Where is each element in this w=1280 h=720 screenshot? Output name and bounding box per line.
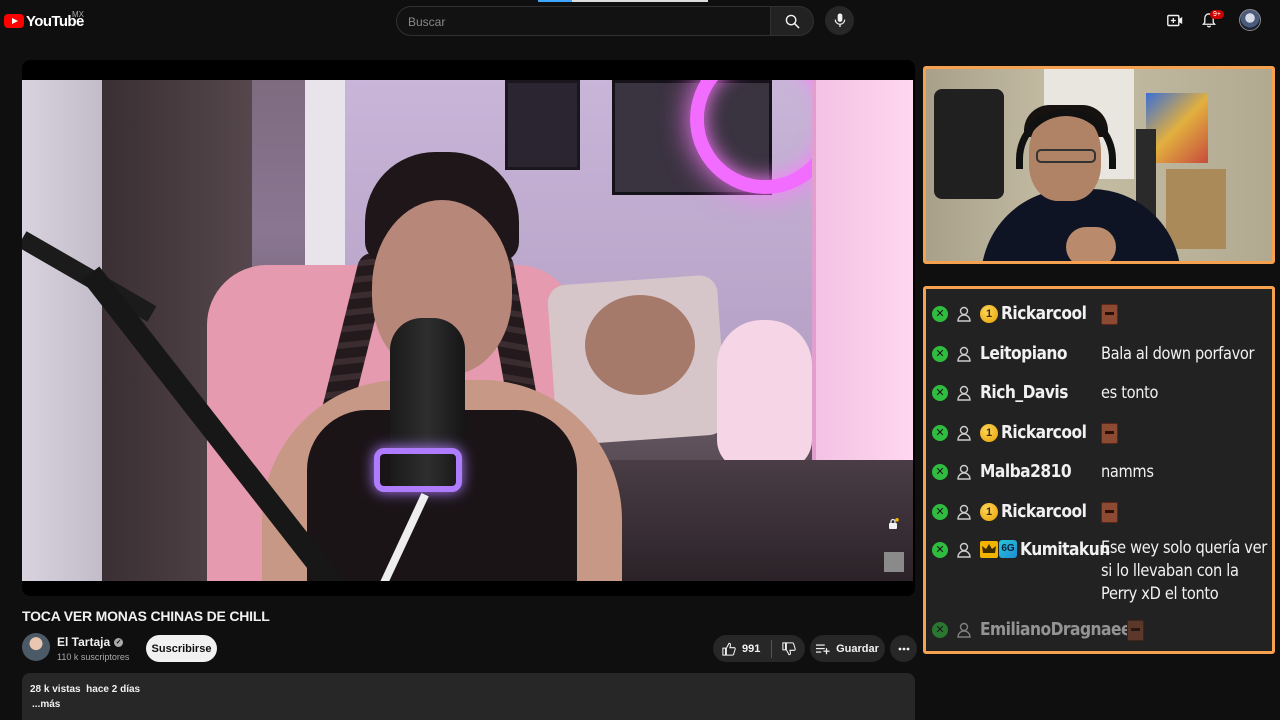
microphone-icon (834, 13, 845, 28)
search-button[interactable] (770, 6, 814, 36)
chat-username[interactable]: Malba2810 (980, 461, 1072, 482)
moderator-badge-icon: ✕ (932, 504, 948, 520)
description-box[interactable]: 28 k vistas hace 2 días ...más (22, 673, 915, 720)
chat-username[interactable]: EmilianoDragnaeel (980, 619, 1136, 640)
channel-avatar[interactable] (22, 633, 50, 661)
moderator-badge-icon: ✕ (932, 464, 948, 480)
coin-badge-icon: 1 (980, 424, 998, 442)
description-meta: 28 k vistas hace 2 días (30, 684, 140, 695)
user-icon (957, 542, 971, 558)
chat-text-line: Ese wey solo quería ver (1101, 538, 1267, 558)
search-input[interactable]: Buscar (396, 6, 770, 36)
save-button[interactable]: Guardar (810, 635, 885, 662)
chat-username[interactable]: Leitopiano (980, 343, 1068, 364)
like-button[interactable]: 991 (713, 635, 771, 662)
upload-date: hace 2 días (86, 684, 141, 695)
chat-text-line: Perry xD el tonto (1101, 584, 1219, 604)
view-count: 28 k vistas (30, 684, 81, 695)
user-icon (957, 504, 971, 520)
thumbs-down-icon (781, 641, 796, 655)
thumbs-up-icon (722, 642, 736, 656)
account-avatar[interactable] (1239, 9, 1261, 31)
pixel-face-emote-icon (1101, 502, 1118, 523)
more-horizontal-icon (898, 647, 909, 650)
show-more-link[interactable]: ...más (32, 699, 60, 710)
chat-username[interactable]: Rickarcool (1001, 303, 1087, 324)
page-load-progress (538, 0, 708, 2)
chat-username[interactable]: Rich_Davis (980, 382, 1068, 403)
chat-username[interactable]: Kumitakun (1020, 539, 1110, 560)
video-frame[interactable] (22, 80, 913, 581)
pixel-face-emote-icon (1127, 620, 1144, 641)
country-code: MX (72, 10, 84, 19)
like-count: 991 (742, 642, 761, 655)
notification-count-badge: 9+ (1210, 10, 1224, 19)
pixel-face-emote-icon (1101, 423, 1118, 444)
chat-text: es tonto (1101, 383, 1159, 403)
video-player[interactable] (22, 60, 915, 596)
coin-badge-icon: 1 (980, 503, 998, 521)
more-actions-button[interactable] (890, 635, 917, 662)
search-icon (785, 14, 800, 29)
user-icon (957, 306, 971, 322)
coin-badge-icon: 1 (980, 305, 998, 323)
chat-text-line: si lo llevaban con la (1101, 561, 1239, 581)
moderator-badge-icon: ✕ (932, 346, 948, 362)
playlist-add-icon (816, 643, 830, 654)
youtube-play-icon (4, 14, 24, 28)
lock-icon (889, 518, 899, 529)
chat-text: namms (1101, 462, 1154, 482)
like-dislike-group: 991 (713, 635, 805, 662)
live-chat-overlay: ✕ 1 Rickarcool ✕ Leitopiano Bala al down… (923, 286, 1275, 654)
chat-username[interactable]: Rickarcool (1001, 422, 1087, 443)
search-placeholder: Buscar (408, 15, 446, 29)
user-icon (957, 385, 971, 401)
save-label: Guardar (836, 642, 879, 655)
user-icon (957, 346, 971, 362)
subscriber-count: 110 k suscriptores (57, 652, 130, 662)
video-title: TOCA VER MONAS CHINAS DE CHILL (22, 608, 270, 624)
search-bar: Buscar (396, 6, 842, 36)
chat-text: Bala al down porfavor (1101, 344, 1255, 364)
voice-search-button[interactable] (825, 6, 854, 35)
pixel-face-emote-icon (1101, 304, 1118, 325)
subscriber-badge-icon: 6G (999, 540, 1017, 558)
dislike-button[interactable] (772, 635, 805, 662)
moderator-badge-icon: ✕ (932, 425, 948, 441)
channel-name-row[interactable]: El Tartaja ✓ (57, 635, 124, 649)
youtube-logo[interactable]: YouTube MX (4, 10, 84, 31)
subscribe-button[interactable]: Suscribirse (146, 635, 217, 662)
verified-icon: ✓ (114, 637, 124, 647)
create-video-icon (1167, 14, 1183, 26)
user-icon (957, 464, 971, 480)
channel-watermark[interactable] (884, 552, 904, 572)
masthead: YouTube MX Buscar 9+ (0, 0, 1280, 42)
streamer-webcam-overlay (923, 66, 1275, 264)
chat-username[interactable]: Rickarcool (1001, 501, 1087, 522)
create-button[interactable] (1165, 10, 1185, 30)
user-icon (957, 622, 971, 638)
moderator-badge-icon: ✕ (932, 622, 948, 638)
moderator-badge-icon: ✕ (932, 542, 948, 558)
user-icon (957, 425, 971, 441)
moderator-badge-icon: ✕ (932, 306, 948, 322)
channel-name[interactable]: El Tartaja (57, 635, 110, 649)
crown-badge-icon (980, 541, 998, 558)
moderator-badge-icon: ✕ (932, 385, 948, 401)
